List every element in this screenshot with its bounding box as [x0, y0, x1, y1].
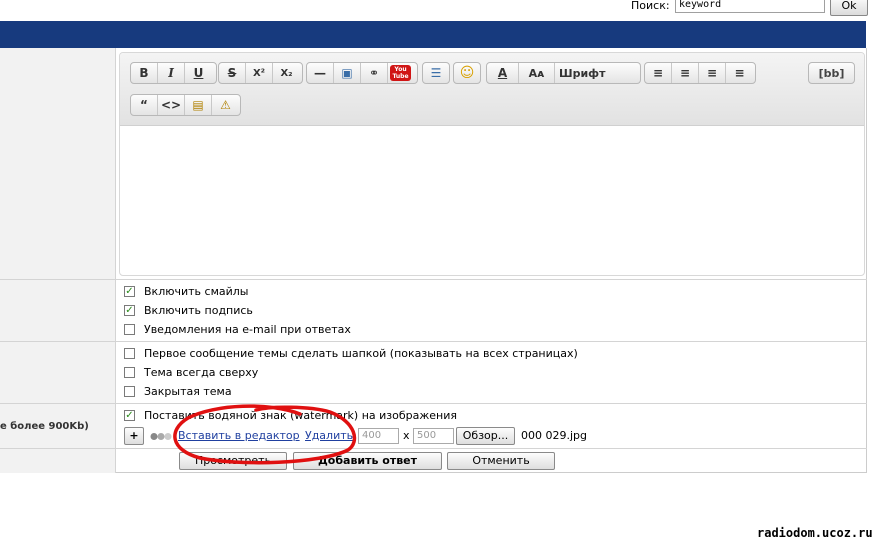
- smiles-label: Включить смайлы: [144, 285, 249, 298]
- closed-label: Закрытая тема: [144, 385, 232, 398]
- site-watermark: radiodom.ucoz.ru: [757, 526, 873, 540]
- form-label-column: [0, 48, 116, 473]
- editor-toolbar: B I U S X² X₂ — ▣ ⚭ You Tube ☰ ☺ A Aᴀ Шр…: [120, 53, 864, 126]
- font-family-select[interactable]: Шрифт: [555, 63, 640, 83]
- divider: [0, 403, 867, 404]
- signature-checkbox[interactable]: ✓: [124, 305, 135, 316]
- pin-first-checkbox[interactable]: [124, 348, 135, 359]
- hr-button[interactable]: —: [307, 63, 334, 83]
- search-input[interactable]: keyword: [675, 0, 825, 13]
- email-notify-checkbox[interactable]: [124, 324, 135, 335]
- search-label: Поиск:: [631, 0, 670, 12]
- align-left-button[interactable]: ≡: [645, 63, 672, 83]
- spoiler-button[interactable]: ⚠: [212, 95, 239, 115]
- email-notify-label: Уведомления на e-mail при ответах: [144, 323, 351, 336]
- header-bar: [0, 21, 866, 48]
- block-group: “ <> ▤ ⚠: [130, 94, 241, 116]
- smiley-group: ☺: [453, 62, 481, 84]
- subscript-button[interactable]: X₂: [273, 63, 300, 83]
- font-color-button[interactable]: A: [487, 63, 519, 83]
- superscript-button[interactable]: X²: [246, 63, 273, 83]
- script-group: S X² X₂: [218, 62, 303, 84]
- divider: [0, 448, 867, 449]
- bbcode-toggle-button[interactable]: [bb]: [808, 62, 855, 84]
- strike-button[interactable]: S: [219, 63, 246, 83]
- align-group: ≡ ≡ ≡ ≡: [644, 62, 756, 84]
- watermark-checkbox[interactable]: ✓: [124, 410, 135, 421]
- format-group: B I U: [130, 62, 217, 84]
- attachment-filename: 000 029.jpg: [521, 429, 588, 442]
- code-button[interactable]: <>: [158, 95, 185, 115]
- list-group: ☰: [422, 62, 450, 84]
- annotation-circle: [173, 404, 357, 465]
- sticky-label: Тема всегда сверху: [144, 366, 259, 379]
- insert-group: — ▣ ⚭ You Tube: [306, 62, 418, 84]
- bold-button[interactable]: B: [131, 63, 158, 83]
- link-button[interactable]: ⚭: [361, 63, 388, 83]
- browse-button[interactable]: Обзор...: [456, 427, 515, 445]
- smiles-checkbox[interactable]: ✓: [124, 286, 135, 297]
- dimension-separator: x: [403, 429, 410, 442]
- youtube-button[interactable]: You Tube: [390, 65, 411, 81]
- image-button[interactable]: ▣: [334, 63, 361, 83]
- align-center-button[interactable]: ≡: [672, 63, 699, 83]
- smiley-button[interactable]: ☺: [454, 63, 480, 83]
- align-right-button[interactable]: ≡: [699, 63, 726, 83]
- signature-label: Включить подпись: [144, 304, 253, 317]
- search-ok-button[interactable]: Ok: [830, 0, 868, 16]
- hide-button[interactable]: ▤: [185, 95, 212, 115]
- font-group: A Aᴀ Шрифт: [486, 62, 641, 84]
- quote-button[interactable]: “: [131, 95, 158, 115]
- font-size-select[interactable]: Aᴀ: [519, 63, 555, 83]
- image-width-input[interactable]: 400: [358, 428, 399, 444]
- sticky-checkbox[interactable]: [124, 367, 135, 378]
- italic-button[interactable]: I: [158, 63, 185, 83]
- pin-first-label: Первое сообщение темы сделать шапкой (по…: [144, 347, 578, 360]
- add-attachment-button[interactable]: +: [124, 427, 144, 445]
- align-justify-button[interactable]: ≡: [726, 63, 753, 83]
- attachment-size-label: е более 900Kb): [0, 421, 89, 432]
- divider: [0, 341, 867, 342]
- underline-button[interactable]: U: [185, 63, 212, 83]
- list-button[interactable]: ☰: [423, 63, 449, 83]
- cancel-button[interactable]: Отменить: [447, 452, 555, 470]
- image-height-input[interactable]: 500: [413, 428, 454, 444]
- divider: [0, 279, 867, 280]
- closed-checkbox[interactable]: [124, 386, 135, 397]
